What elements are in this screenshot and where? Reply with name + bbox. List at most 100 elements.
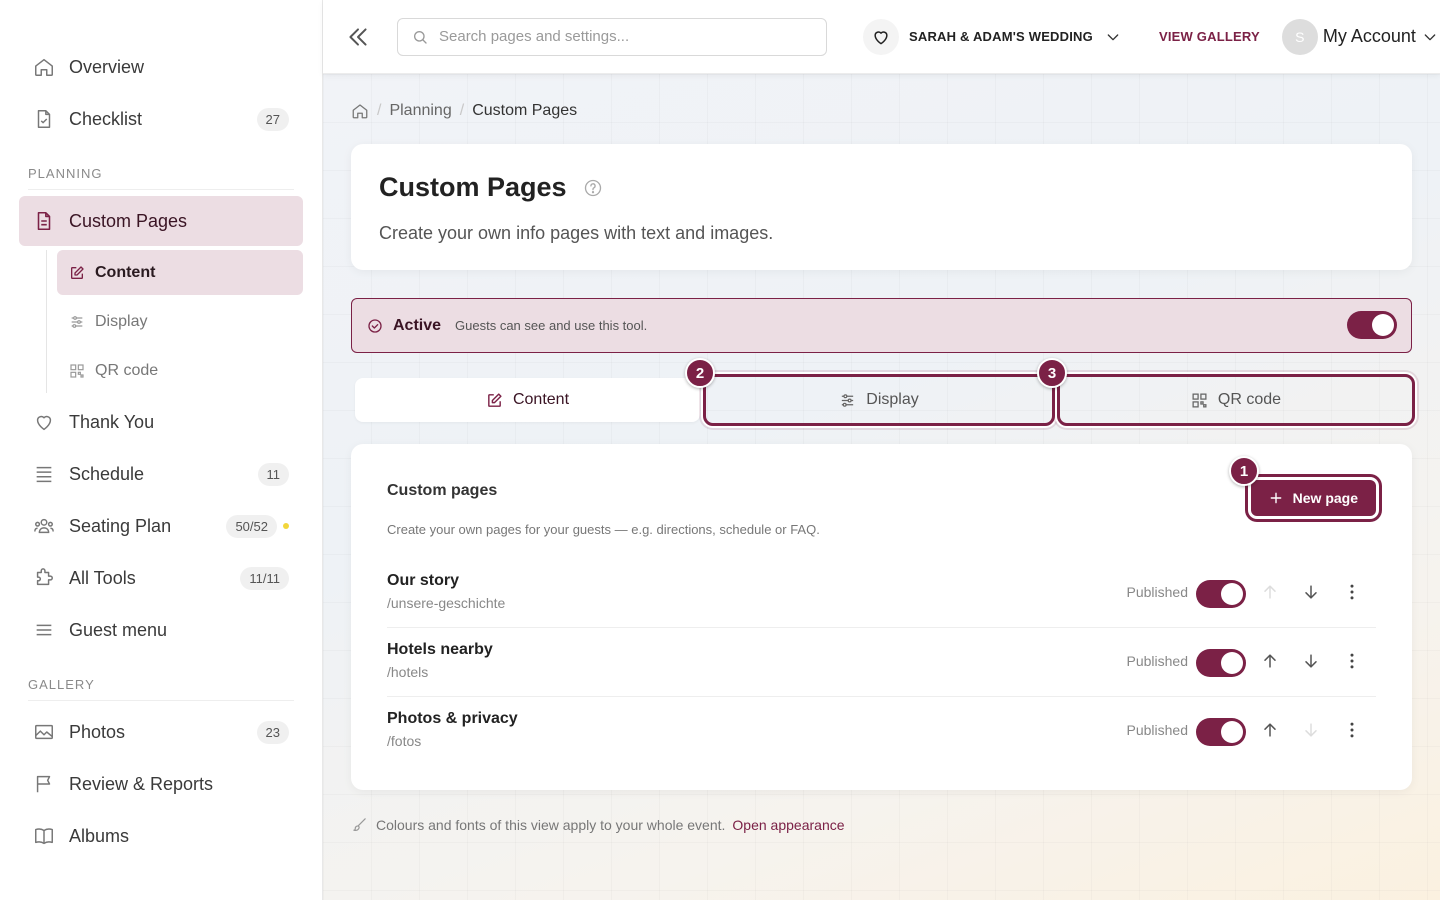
pages-list: Our story /unsere-geschichte Published H… [387, 559, 1376, 766]
tab-label: QR code [1217, 391, 1282, 408]
sidebar-item-label: Schedule [69, 463, 145, 484]
sidebar-item-overview[interactable]: Overview [19, 42, 303, 92]
breadcrumb-separator: / [377, 102, 382, 119]
sidebar-item-thank-you[interactable]: Thank You [19, 397, 303, 447]
more-vertical-icon[interactable] [1342, 720, 1362, 740]
sidebar-item-review-reports[interactable]: Review & Reports [19, 759, 303, 809]
list-description: Create your own pages for your guests — … [387, 522, 820, 537]
publish-toggle[interactable] [1196, 580, 1246, 608]
sidebar-item-label: Photos [69, 721, 126, 742]
event-selector[interactable]: SARAH & ADAM'S WEDDING [863, 18, 1121, 55]
tab-qr-code[interactable]: QR code [1057, 374, 1415, 426]
sidebar-item-all-tools[interactable]: All Tools 11/11 [19, 553, 303, 603]
sidebar-item-checklist[interactable]: Checklist 27 [19, 94, 303, 144]
sidebar-item-label: Seating Plan [69, 515, 172, 536]
list-item[interactable]: Photos & privacy /fotos Published [387, 697, 1376, 766]
sidebar-item-label: Guest menu [69, 619, 168, 640]
subnav-item-label: Content [95, 263, 156, 281]
sidebar-item-label: Custom Pages [69, 210, 188, 231]
checklist-file-icon [33, 108, 55, 130]
heart-icon [863, 18, 899, 55]
tab-display[interactable]: Display [703, 374, 1055, 426]
search-box[interactable] [397, 17, 827, 56]
custom-pages-subnav: Content Display QR code [46, 250, 322, 393]
book-icon [33, 825, 55, 847]
arrow-up-icon [1260, 582, 1280, 602]
menu-icon [33, 619, 55, 641]
list-item[interactable]: Hotels nearby /hotels Published [387, 628, 1376, 697]
tool-status-bar: Active Guests can see and use this tool. [351, 298, 1412, 353]
qr-code-icon [1191, 392, 1208, 409]
sidebar-item-seating-plan[interactable]: Seating Plan 50/52 [19, 501, 303, 551]
arrow-down-icon[interactable] [1301, 651, 1321, 671]
list-icon [33, 463, 55, 485]
collapse-sidebar-icon[interactable] [345, 24, 371, 50]
count-badge: 11/11 [240, 566, 289, 590]
sidebar-item-label: Review & Reports [69, 773, 214, 794]
arrow-down-icon[interactable] [1301, 582, 1321, 602]
event-name: SARAH & ADAM'S WEDDING [909, 29, 1093, 44]
page-title-row: Custom Pages [379, 172, 1384, 203]
page-description: Create your own info pages with text and… [379, 223, 774, 243]
sidebar: Overview Checklist 27 PLANNING Custom Pa… [0, 0, 323, 900]
topbar: SARAH & ADAM'S WEDDING VIEW GALLERY S My… [323, 0, 1440, 74]
sidebar-item-guest-menu[interactable]: Guest menu [19, 605, 303, 655]
custom-pages-card: Custom pages Create your own pages for y… [351, 444, 1412, 790]
sidebar-item-schedule[interactable]: Schedule 11 [19, 449, 303, 499]
arrow-down-icon [1301, 720, 1321, 740]
subnav-item-label: QR code [95, 361, 159, 379]
view-gallery-link[interactable]: VIEW GALLERY [1159, 29, 1260, 44]
count-badge: 27 [256, 107, 289, 131]
publish-toggle[interactable] [1196, 718, 1246, 746]
open-appearance-link[interactable]: Open appearance [732, 817, 844, 833]
home-icon[interactable] [351, 102, 369, 120]
status-label: Active [393, 316, 442, 334]
breadcrumb-planning[interactable]: Planning [389, 102, 451, 120]
avatar: S [1281, 18, 1318, 55]
active-toggle[interactable] [1347, 311, 1397, 339]
subnav-item-qr[interactable]: QR code [57, 348, 303, 393]
sidebar-item-label: Thank You [69, 411, 155, 432]
publish-toggle[interactable] [1196, 649, 1246, 677]
account-label: My Account [1322, 26, 1416, 46]
more-vertical-icon[interactable] [1342, 651, 1362, 671]
account-menu[interactable]: S My Account [1281, 18, 1438, 55]
breadcrumb-current: Custom Pages [472, 102, 578, 119]
list-item[interactable]: Our story /unsere-geschichte Published [387, 559, 1376, 628]
sidebar-item-photos[interactable]: Photos 23 [19, 707, 303, 757]
count-badge: 50/52 [226, 514, 277, 538]
help-icon[interactable] [583, 178, 603, 198]
sidebar-item-albums[interactable]: Albums [19, 811, 303, 861]
page-title: Custom Pages [379, 172, 567, 202]
tab-label: Content [512, 391, 570, 408]
sliders-icon [839, 392, 856, 409]
chevron-down-icon [1422, 29, 1438, 45]
edit-icon [486, 392, 503, 409]
subnav-item-display[interactable]: Display [57, 299, 303, 344]
document-icon [33, 210, 55, 232]
breadcrumb-separator: / [459, 102, 465, 119]
sliders-icon [69, 314, 85, 330]
page-header-card: Custom Pages Create your own info pages … [351, 144, 1412, 270]
main-content: / Planning / Custom Pages Custom Pages C… [323, 74, 1440, 900]
tab-content[interactable]: Content [355, 378, 700, 422]
count-badge: 23 [256, 720, 289, 744]
status-label: Published [1126, 584, 1189, 600]
brush-icon [351, 816, 368, 833]
plus-icon [1269, 491, 1283, 505]
subnav-item-content[interactable]: Content [57, 250, 303, 295]
arrow-up-icon[interactable] [1260, 720, 1280, 740]
status-label: Published [1126, 653, 1189, 669]
tab-label: Display [866, 391, 919, 408]
sidebar-item-custom-pages[interactable]: Custom Pages [19, 196, 303, 246]
puzzle-icon [33, 567, 55, 589]
more-vertical-icon[interactable] [1342, 582, 1362, 602]
search-icon [412, 29, 428, 45]
section-title-planning: PLANNING [28, 166, 294, 190]
sidebar-item-label: All Tools [69, 567, 136, 588]
appearance-note-text: Colours and fonts of this view apply to … [376, 816, 726, 833]
arrow-up-icon[interactable] [1260, 651, 1280, 671]
new-page-button[interactable]: New page [1250, 480, 1376, 516]
search-input[interactable] [439, 28, 799, 45]
status-label: Published [1126, 722, 1189, 738]
